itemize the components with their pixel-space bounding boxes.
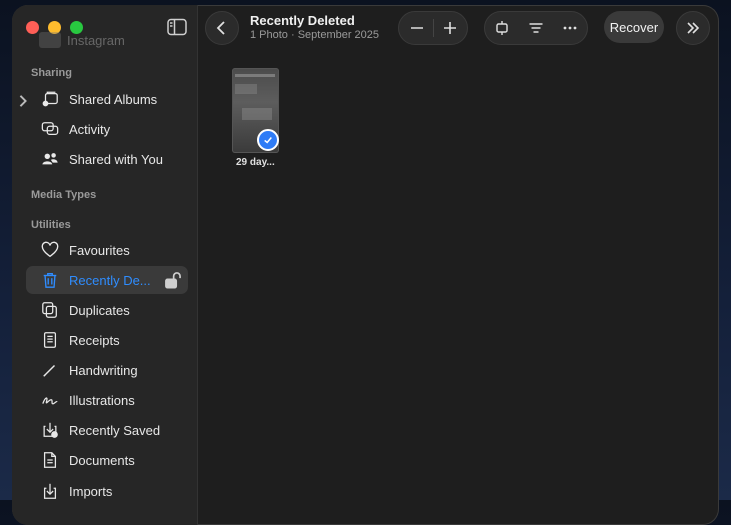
double-chevron-right-icon [687,22,700,34]
section-header-utilities[interactable]: Utilities [31,219,71,231]
sidebar-item-imports[interactable]: Imports [26,477,188,505]
thumbnail-content [242,108,272,120]
sidebar-item-recently-saved[interactable]: Recently Saved [26,416,188,444]
sidebar-item-label: Instagram [67,32,125,48]
aspect-ratio-button[interactable] [485,20,519,36]
illustrations-icon [40,390,60,410]
pen-icon [40,360,60,380]
recover-button[interactable]: Recover [604,11,664,43]
minus-icon [410,27,423,29]
activity-icon [40,119,60,139]
sidebar-item-illustrations[interactable]: Illustrations [26,386,188,414]
sidebar-item-label: Shared Albums [69,91,158,107]
sidebar-item-favourites[interactable]: Favourites [26,236,188,264]
sidebar-item-receipts[interactable]: Receipts [26,326,188,354]
ellipsis-icon [563,26,577,30]
sidebar-item-label: Imports [69,483,113,499]
overflow-toolbar-button[interactable] [676,11,710,45]
document-icon [40,450,60,470]
plus-icon [443,22,456,34]
thumbnail-content [235,84,257,94]
sidebar-item-shared-albums[interactable]: Shared Albums [19,85,188,113]
view-options-group [484,11,588,45]
sidebar-item-activity[interactable]: Activity [26,115,188,143]
chevron-right-icon[interactable] [14,92,32,110]
album-thumbnail [39,32,61,48]
sidebar-item-label: Documents [69,452,135,468]
sidebar-item-label: Recently De... [69,272,151,288]
sidebar-item-label: Handwriting [69,362,138,378]
page-title: Recently Deleted [250,13,355,28]
sidebar-item-label: Activity [69,121,111,137]
section-header-sharing: Sharing [31,67,72,79]
heart-icon [40,240,60,260]
zoom-in-button[interactable] [434,20,466,36]
sidebar-item-label: Shared with You [69,151,163,167]
sidebar-item-label: Receipts [69,332,120,348]
import-icon [40,481,60,501]
filter-button[interactable] [519,20,553,36]
sidebar-item-shared-with-you[interactable]: Shared with You [26,145,188,173]
days-remaining-label: 29 day... [236,157,275,168]
duplicates-icon [40,300,60,320]
chevron-left-icon [216,21,225,35]
sidebar-item-label: Favourites [69,242,130,258]
sidebar-toggle-icon[interactable] [167,18,187,36]
selected-checkmark-icon[interactable] [257,129,279,151]
shared-with-you-icon [40,149,60,169]
back-button[interactable] [205,11,239,45]
more-button[interactable] [553,20,587,36]
sidebar-item-label: Recently Saved [69,422,161,438]
sidebar-item-label: Illustrations [69,392,135,408]
recently-saved-icon [40,420,60,440]
aspect-ratio-icon [496,21,508,35]
section-header-media-types[interactable]: Media Types [31,189,96,201]
shared-albums-icon [40,89,60,109]
sidebar-item-recently-deleted[interactable]: Recently De... [26,266,188,294]
unlocked-icon[interactable] [164,271,182,289]
page-subtitle: 1 Photo · September 2025 [250,29,380,41]
zoom-out-button[interactable] [401,20,433,36]
sidebar-item-label: Duplicates [69,302,130,318]
sidebar-item-duplicates[interactable]: Duplicates [26,296,188,324]
trash-icon [40,270,60,290]
sidebar-item-instagram[interactable]: Instagram [39,31,125,49]
receipt-icon [40,330,60,350]
sidebar-item-documents[interactable]: Documents [26,446,188,474]
sidebar-item-handwriting[interactable]: Handwriting [26,356,188,384]
close-window-button[interactable] [26,21,39,34]
thumbnail-content [235,74,275,77]
filter-icon [529,23,543,33]
sidebar: Instagram Sharing Shared Albums Activity [12,5,198,525]
zoom-controls [398,11,468,45]
photos-window: Instagram Sharing Shared Albums Activity [12,5,719,525]
